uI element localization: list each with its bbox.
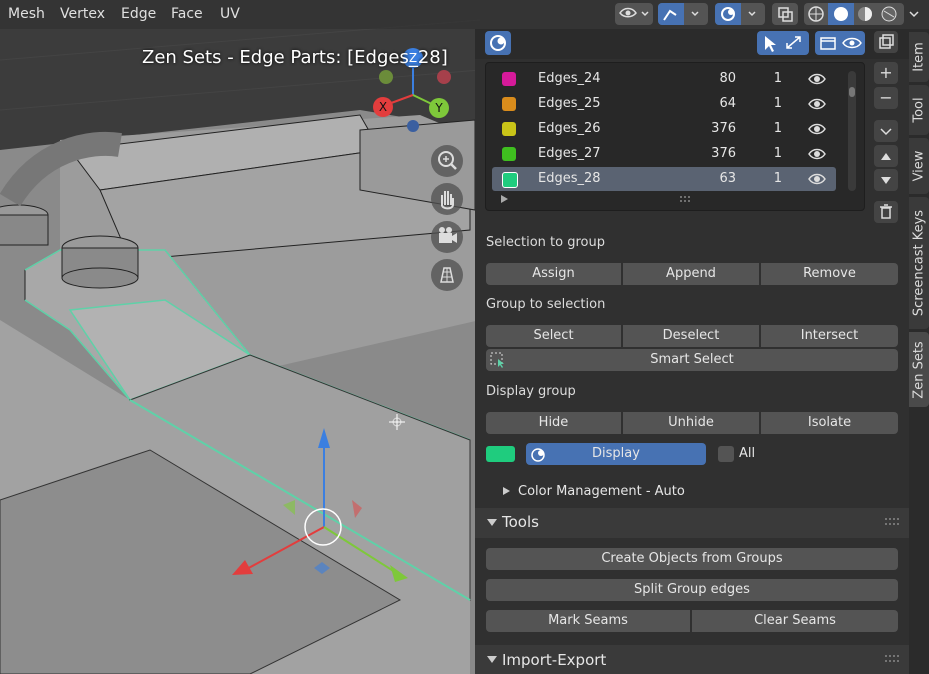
list-scrollbar[interactable] bbox=[848, 71, 856, 191]
selection-mode-buttons[interactable] bbox=[757, 31, 809, 55]
list-item[interactable]: Edges_25 64 1 bbox=[492, 92, 836, 116]
group-count: 376 bbox=[711, 121, 736, 136]
drag-handle-icon[interactable] bbox=[884, 654, 902, 664]
tab-view[interactable]: View bbox=[909, 138, 929, 194]
zen-sets-logo-icon bbox=[529, 445, 549, 471]
list-item-selected[interactable]: Edges_28 63 1 bbox=[492, 167, 836, 191]
selection-to-group-label: Selection to group bbox=[486, 235, 605, 250]
eye-icon[interactable] bbox=[807, 167, 827, 200]
chevron-down-icon[interactable] bbox=[874, 120, 898, 142]
axis-x-handle[interactable]: X bbox=[373, 97, 393, 117]
drag-handle-icon[interactable] bbox=[884, 517, 902, 527]
copy-icon[interactable] bbox=[874, 31, 898, 53]
color-management-expand-icon[interactable] bbox=[502, 485, 512, 501]
overlays-toggle[interactable] bbox=[715, 3, 765, 25]
clear-seams-button[interactable]: Clear Seams bbox=[692, 610, 898, 632]
smart-select-button[interactable]: Smart Select bbox=[486, 349, 898, 371]
group-count: 376 bbox=[711, 146, 736, 161]
mark-seams-button[interactable]: Mark Seams bbox=[486, 610, 690, 632]
select-button[interactable]: Select bbox=[486, 325, 621, 347]
collapse-icon bbox=[487, 656, 497, 663]
all-checkbox[interactable] bbox=[718, 446, 734, 462]
group-name: Edges_24 bbox=[538, 71, 601, 86]
tab-zen-sets[interactable]: Zen Sets bbox=[909, 332, 929, 407]
group-name: Edges_27 bbox=[538, 146, 601, 161]
isolate-button[interactable]: Isolate bbox=[761, 412, 898, 434]
tab-item[interactable]: Item bbox=[909, 32, 929, 82]
remove-group-button[interactable]: − bbox=[874, 87, 898, 109]
display-button[interactable]: Display bbox=[526, 443, 706, 465]
group-count: 80 bbox=[719, 71, 736, 86]
all-label: All bbox=[739, 446, 756, 461]
smart-select-icon bbox=[490, 352, 506, 376]
tools-panel-header[interactable]: Tools bbox=[475, 508, 909, 538]
group-to-selection-label: Group to selection bbox=[486, 297, 606, 312]
move-up-icon[interactable] bbox=[874, 145, 898, 167]
view-toggle-buttons[interactable] bbox=[815, 31, 865, 55]
add-group-button[interactable]: + bbox=[874, 62, 898, 84]
menu-uv[interactable]: UV bbox=[212, 3, 248, 25]
group-list[interactable]: Edges_24 80 1 Edges_25 64 1 Edges_26 376… bbox=[485, 62, 865, 211]
remove-button[interactable]: Remove bbox=[761, 263, 898, 285]
display-group-label: Display group bbox=[486, 384, 576, 399]
axis-y-handle[interactable]: Y bbox=[429, 98, 449, 118]
group-color-swatch[interactable] bbox=[502, 72, 516, 86]
group-objects: 1 bbox=[773, 96, 782, 111]
group-color-swatch[interactable] bbox=[502, 122, 516, 136]
create-objects-button[interactable]: Create Objects from Groups bbox=[486, 548, 898, 570]
group-name: Edges_25 bbox=[538, 96, 601, 111]
group-objects: 1 bbox=[773, 171, 782, 186]
group-objects: 1 bbox=[773, 71, 782, 86]
xray-toggle[interactable] bbox=[772, 3, 798, 25]
display-color-swatch[interactable] bbox=[486, 446, 515, 462]
zoom-icon[interactable] bbox=[431, 145, 463, 177]
menu-edge[interactable]: Edge bbox=[113, 3, 164, 25]
split-group-edges-button[interactable]: Split Group edges bbox=[486, 579, 898, 601]
group-name: Edges_28 bbox=[538, 171, 601, 186]
append-button[interactable]: Append bbox=[623, 263, 759, 285]
deselect-button[interactable]: Deselect bbox=[623, 325, 759, 347]
group-objects: 1 bbox=[773, 121, 782, 136]
group-objects: 1 bbox=[773, 146, 782, 161]
group-count: 63 bbox=[719, 171, 736, 186]
menu-face[interactable]: Face bbox=[163, 3, 211, 25]
grid-perspective-icon[interactable] bbox=[431, 259, 463, 291]
move-down-icon[interactable] bbox=[874, 169, 898, 191]
import-export-panel-header[interactable]: Import-Export bbox=[475, 645, 909, 674]
trash-icon[interactable] bbox=[874, 201, 898, 223]
camera-icon[interactable] bbox=[431, 221, 463, 253]
gizmo-toggle[interactable] bbox=[658, 3, 708, 25]
list-resize-handle[interactable] bbox=[679, 193, 693, 208]
list-item[interactable]: Edges_27 376 1 bbox=[492, 142, 836, 166]
group-count: 64 bbox=[719, 96, 736, 111]
menu-vertex[interactable]: Vertex bbox=[52, 3, 113, 25]
group-color-swatch[interactable] bbox=[502, 172, 518, 188]
shading-dropdown-icon[interactable] bbox=[905, 3, 925, 25]
tools-title: Tools bbox=[502, 513, 539, 531]
sidebar-tabs: Item Tool View Screencast Keys Zen Sets bbox=[909, 29, 929, 674]
viewport-title: Zen Sets - Edge Parts: [Edges_28] bbox=[142, 47, 448, 68]
group-color-swatch[interactable] bbox=[502, 147, 516, 161]
color-management-label[interactable]: Color Management - Auto bbox=[518, 484, 685, 499]
hide-button[interactable]: Hide bbox=[486, 412, 621, 434]
intersect-button[interactable]: Intersect bbox=[761, 325, 898, 347]
list-item[interactable]: Edges_24 80 1 bbox=[492, 67, 836, 91]
menu-mesh[interactable]: Mesh bbox=[0, 3, 53, 25]
unhide-button[interactable]: Unhide bbox=[623, 412, 759, 434]
collapse-icon bbox=[487, 519, 497, 526]
display-label: Display bbox=[592, 446, 640, 461]
smart-select-label: Smart Select bbox=[650, 352, 734, 367]
visibility-dropdown[interactable] bbox=[615, 3, 653, 25]
group-color-swatch[interactable] bbox=[502, 97, 516, 111]
zen-sets-logo-icon[interactable] bbox=[485, 31, 511, 55]
hand-pan-icon[interactable] bbox=[431, 183, 463, 215]
tab-screencast-keys[interactable]: Screencast Keys bbox=[909, 197, 929, 329]
group-name: Edges_26 bbox=[538, 121, 601, 136]
tab-tool[interactable]: Tool bbox=[909, 85, 929, 135]
import-export-title: Import-Export bbox=[502, 651, 607, 669]
list-item[interactable]: Edges_26 376 1 bbox=[492, 117, 836, 141]
shading-modes[interactable] bbox=[804, 3, 904, 25]
filter-expand-icon[interactable] bbox=[500, 193, 510, 208]
assign-button[interactable]: Assign bbox=[486, 263, 621, 285]
